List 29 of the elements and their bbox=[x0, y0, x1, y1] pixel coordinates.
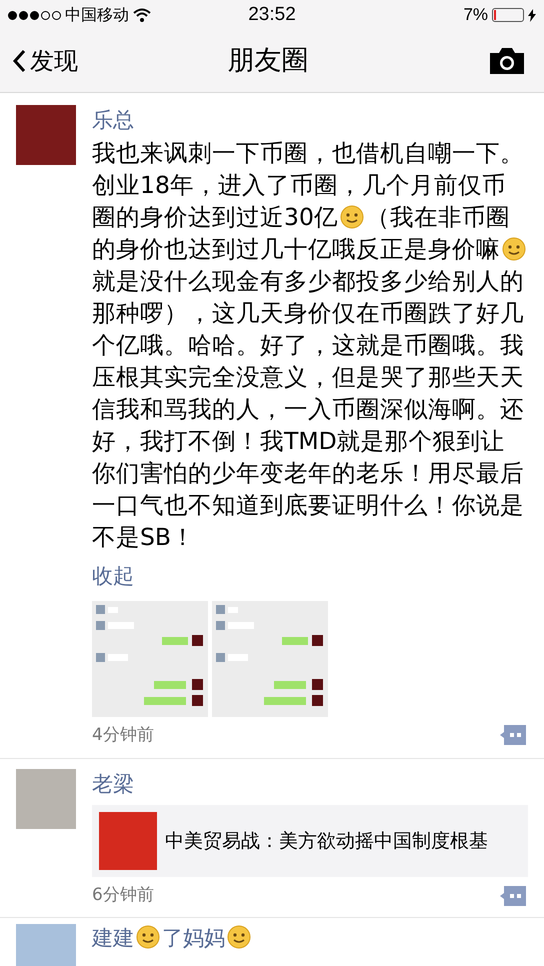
avatar-placeholder bbox=[16, 924, 76, 966]
avatar-placeholder bbox=[16, 105, 76, 165]
shared-link-card[interactable]: 中美贸易战：美方欲动摇中国制度根基 bbox=[92, 805, 528, 877]
chevron-left-icon bbox=[12, 49, 26, 73]
post-time: 6分钟前 bbox=[92, 884, 154, 907]
camera-icon[interactable] bbox=[490, 48, 524, 74]
user-name[interactable]: 建建 了妈妈 bbox=[92, 926, 253, 950]
back-button[interactable]: 发现 bbox=[12, 43, 78, 79]
smiley-emoji-icon bbox=[136, 924, 160, 948]
post-time: 4分钟前 bbox=[92, 724, 154, 746]
collapse-link[interactable]: 收起 bbox=[92, 561, 134, 592]
post-text: 我也来讽刺一下币圈，也借机自嘲一下。创业18年，进入了币圈，几个月前仅币圈的身价达到过近30亿 （我在非币圈的身价也达到过几十亿哦反正是身价嘛 就是没什么现金有多少都投多少给别人的那种啰），这几天身价仅在币圈跌了好几个亿哦。哈哈。好了，这就是币圈哦。我压根其实完全没意义，但是哭了那些天天信我和骂我的人，一入币圈深似海啊。还好，我打不倒！我TMD就是那个狠到让你们害怕的少年变老年的老乐！用尽最后一口气也不知道到底要证明什么！你说是不是SB！ bbox=[92, 138, 527, 553]
avatar-placeholder bbox=[16, 769, 76, 829]
clock-time: 23:52 bbox=[248, 2, 296, 27]
smiley-emoji-icon bbox=[227, 924, 251, 948]
comment-button[interactable] bbox=[500, 886, 526, 906]
link-title: 中美贸易战：美方欲动摇中国制度根基 bbox=[165, 828, 488, 854]
signal-strength-icon bbox=[8, 10, 61, 20]
comment-button[interactable] bbox=[500, 725, 526, 746]
battery-percent: 7% bbox=[463, 4, 488, 26]
user-name[interactable]: 乐总 bbox=[92, 105, 528, 135]
wifi-icon bbox=[133, 8, 151, 22]
smiley-emoji-icon bbox=[502, 237, 526, 261]
smiley-emoji-icon bbox=[340, 205, 364, 229]
battery-icon bbox=[492, 8, 524, 22]
carrier-name: 中国移动 bbox=[65, 4, 129, 26]
photo-placeholder bbox=[99, 812, 157, 870]
page-title: 朋友圈 bbox=[228, 44, 308, 78]
user-name[interactable]: 老梁 bbox=[92, 769, 528, 799]
